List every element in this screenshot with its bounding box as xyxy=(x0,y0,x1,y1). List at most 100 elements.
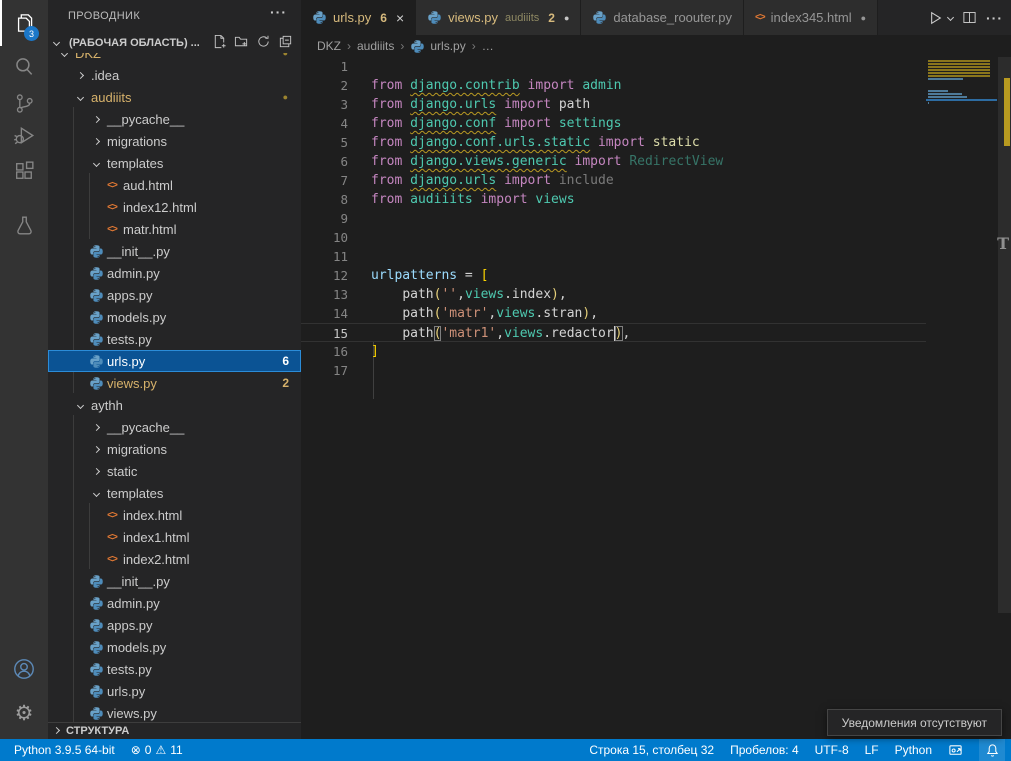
python-file-icon xyxy=(88,332,104,347)
code-line[interactable]: 16] xyxy=(301,342,926,361)
tree-item-views-py[interactable]: views.py xyxy=(48,702,301,722)
tree-item-aud-html[interactable]: <>aud.html xyxy=(48,174,301,196)
code-line[interactable]: 15 path('matr1',views.redactor), xyxy=(301,323,926,342)
account-icon[interactable] xyxy=(0,648,48,690)
code-line[interactable]: 1 xyxy=(301,57,926,76)
testing-icon[interactable] xyxy=(0,204,48,246)
explorer-icon[interactable]: 3 xyxy=(0,2,48,44)
tree-item-index2-html[interactable]: <>index2.html xyxy=(48,548,301,570)
split-editor-icon[interactable] xyxy=(962,10,977,25)
modified-dot-icon[interactable]: ● xyxy=(861,13,866,23)
breadcrumb-item[interactable]: urls.py xyxy=(430,39,465,53)
problems-status[interactable]: ⊗ 0 ⚠ 11 xyxy=(131,743,183,757)
new-file-icon[interactable] xyxy=(212,34,227,49)
language-mode-status[interactable]: Python xyxy=(895,743,932,757)
more-actions-icon[interactable]: ··· xyxy=(986,10,1003,26)
tree-item-migrations[interactable]: migrations xyxy=(48,130,301,152)
tree-item-tests-py[interactable]: tests.py xyxy=(48,328,301,350)
extensions-icon[interactable] xyxy=(0,150,48,192)
code-line[interactable]: 5from django.conf.urls.static import sta… xyxy=(301,133,926,152)
tab-urls-py[interactable]: urls.py 6 × xyxy=(301,0,416,35)
breadcrumb-item[interactable]: … xyxy=(482,39,494,53)
tab-views-py[interactable]: views.py audiiits 2 ● xyxy=(416,0,581,35)
tree-item-migrations[interactable]: migrations xyxy=(48,438,301,460)
tab-index345-html[interactable]: <> index345.html ● xyxy=(744,0,878,35)
code-line[interactable]: 11 xyxy=(301,247,926,266)
tree-item-label: templates xyxy=(107,486,163,501)
tree-item-admin-py[interactable]: admin.py xyxy=(48,262,301,284)
chevron-down-icon xyxy=(53,39,60,46)
code-line[interactable]: 8from audiiits import views xyxy=(301,190,926,209)
line-number: 7 xyxy=(301,171,348,190)
minimap-line xyxy=(928,63,990,65)
tree-item-index1-html[interactable]: <>index1.html xyxy=(48,526,301,548)
code-line[interactable]: 4from django.conf import settings xyxy=(301,114,926,133)
close-icon[interactable]: × xyxy=(396,10,404,26)
tree-item-dkz[interactable]: DKZ● xyxy=(48,53,301,64)
tree-item--pycache-[interactable]: __pycache__ xyxy=(48,416,301,438)
code-line[interactable]: 2from django.contrib import admin xyxy=(301,76,926,95)
notifications-bell-icon[interactable] xyxy=(979,739,1005,761)
code-line[interactable]: 10 xyxy=(301,228,926,247)
tree-item-aythh[interactable]: aythh xyxy=(48,394,301,416)
tree-item-models-py[interactable]: models.py xyxy=(48,636,301,658)
tab-database-roouter-py[interactable]: database_roouter.py xyxy=(581,0,744,35)
code-area[interactable]: 12from django.contrib import admin3from … xyxy=(301,57,926,397)
tree-item-models-py[interactable]: models.py xyxy=(48,306,301,328)
python-file-icon xyxy=(88,596,104,611)
overlay-letter: T xyxy=(997,234,1009,253)
notifications-toast[interactable]: Уведомления отсутствуют xyxy=(827,709,1002,736)
tree-item-label: tests.py xyxy=(107,662,152,677)
refresh-icon[interactable] xyxy=(256,34,271,49)
code-line[interactable]: 9 xyxy=(301,209,926,228)
tab-problems-badge: 2 xyxy=(548,11,555,25)
tree-item--init-py[interactable]: __init__.py xyxy=(48,240,301,262)
breadcrumb-item[interactable]: DKZ xyxy=(317,39,341,53)
run-button[interactable] xyxy=(927,10,943,26)
tree-item-urls-py[interactable]: urls.py xyxy=(48,680,301,702)
code-line[interactable]: 12urlpatterns = [ xyxy=(301,266,926,285)
code-line[interactable]: 3from django.urls import path xyxy=(301,95,926,114)
tree-item-tests-py[interactable]: tests.py xyxy=(48,658,301,680)
tree-item-matr-html[interactable]: <>matr.html xyxy=(48,218,301,240)
tree-item-apps-py[interactable]: apps.py xyxy=(48,284,301,306)
tree-item-label: index.html xyxy=(123,508,182,523)
tree-item--idea[interactable]: .idea xyxy=(48,64,301,86)
tree-item-index12-html[interactable]: <>index12.html xyxy=(48,196,301,218)
tree-item--pycache-[interactable]: __pycache__ xyxy=(48,108,301,130)
indentation-status[interactable]: Пробелов: 4 xyxy=(730,743,799,757)
eol-status[interactable]: LF xyxy=(865,743,879,757)
minimap[interactable] xyxy=(926,57,997,117)
structure-section-header[interactable]: СТРУКТУРА xyxy=(48,722,301,738)
cursor-position-status[interactable]: Строка 15, столбец 32 xyxy=(589,743,714,757)
tree-item-views-py[interactable]: views.py2 xyxy=(48,372,301,394)
tree-item-urls-py[interactable]: urls.py6 xyxy=(48,350,301,372)
code-line[interactable]: 14 path('matr',views.stran), xyxy=(301,304,926,323)
tree-item-index-html[interactable]: <>index.html xyxy=(48,504,301,526)
run-dropdown-chevron-icon[interactable] xyxy=(947,14,954,21)
code-line[interactable]: 6from django.views.generic import Redire… xyxy=(301,152,926,171)
settings-gear-icon[interactable]: ⚙ xyxy=(0,692,48,734)
tree-item-admin-py[interactable]: admin.py xyxy=(48,592,301,614)
tree-item-audiiits[interactable]: audiiits● xyxy=(48,86,301,108)
breadcrumb-item[interactable]: audiiits xyxy=(357,39,394,53)
tree-item-apps-py[interactable]: apps.py xyxy=(48,614,301,636)
code-line[interactable]: 7from django.urls import include xyxy=(301,171,926,190)
chevron-right-icon xyxy=(88,469,104,474)
feedback-icon[interactable] xyxy=(948,743,963,758)
tree-item-templates[interactable]: templates xyxy=(48,482,301,504)
python-interpreter-status[interactable]: Python 3.9.5 64-bit xyxy=(14,743,115,757)
code-line[interactable]: 17 xyxy=(301,361,926,380)
new-folder-icon[interactable] xyxy=(234,34,249,49)
more-actions-icon[interactable]: ··· xyxy=(270,4,287,20)
tree-item-templates[interactable]: templates xyxy=(48,152,301,174)
tree-item--init-py[interactable]: __init__.py xyxy=(48,570,301,592)
tree-item-static[interactable]: static xyxy=(48,460,301,482)
tree-item-label: apps.py xyxy=(107,618,153,633)
tree-item-label: static xyxy=(107,464,137,479)
encoding-status[interactable]: UTF-8 xyxy=(815,743,849,757)
code-line[interactable]: 13 path('',views.index), xyxy=(301,285,926,304)
modified-dot-icon[interactable]: ● xyxy=(564,13,569,23)
workspace-section-header[interactable]: (РАБОЧАЯ ОБЛАСТЬ) ... xyxy=(48,32,301,53)
collapse-all-icon[interactable] xyxy=(278,34,293,49)
